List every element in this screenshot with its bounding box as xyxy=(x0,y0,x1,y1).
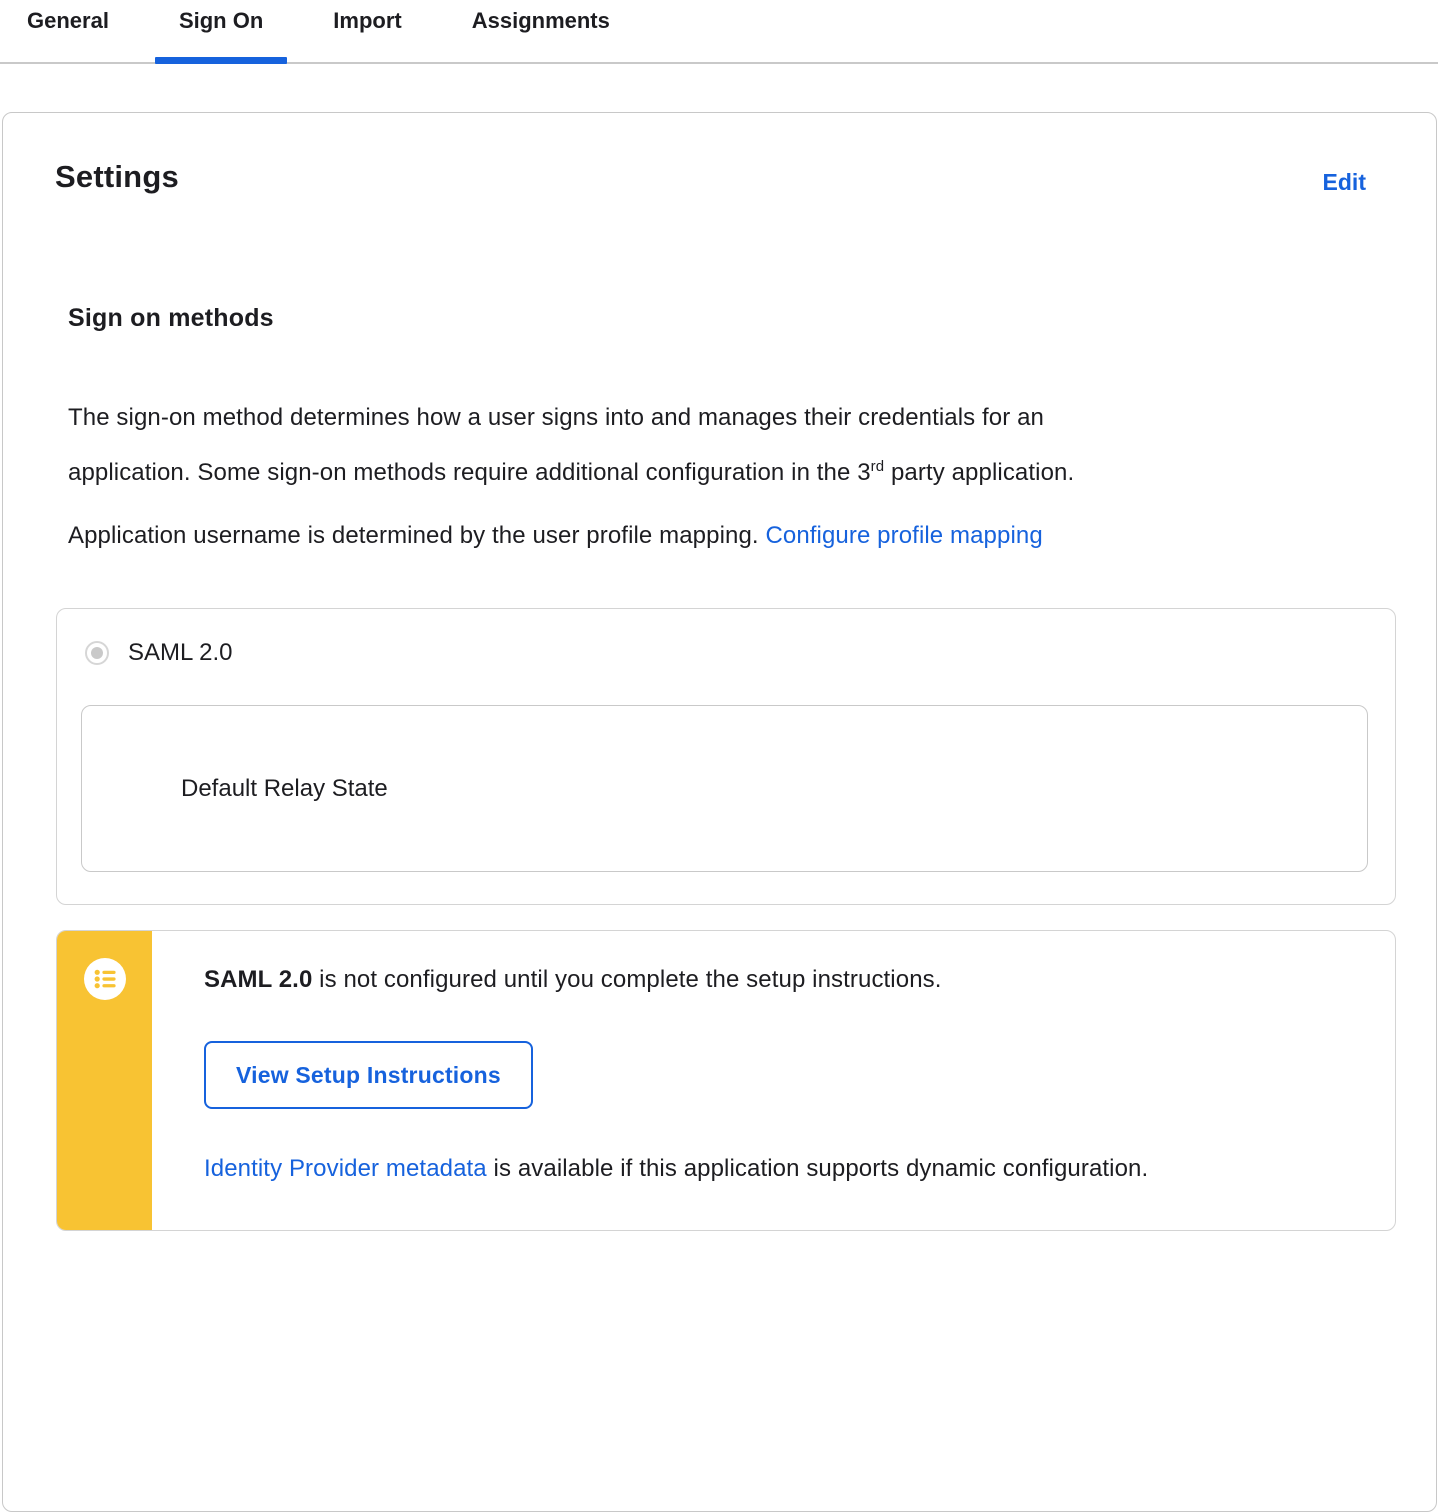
edit-link[interactable]: Edit xyxy=(1323,169,1366,196)
username-note: Application username is determined by th… xyxy=(68,511,1394,560)
description-line2: application. Some sign-on methods requir… xyxy=(68,459,871,486)
configure-profile-mapping-link[interactable]: Configure profile mapping xyxy=(765,522,1042,549)
page-title: Settings xyxy=(55,159,179,194)
view-setup-instructions-button[interactable]: View Setup Instructions xyxy=(204,1041,533,1109)
username-note-text: Application username is determined by th… xyxy=(68,522,766,549)
list-icon xyxy=(83,958,126,1000)
saml-method-box: SAML 2.0 Default Relay State xyxy=(56,608,1396,905)
description-line1: The sign-on method determines how a user… xyxy=(68,404,1045,431)
default-relay-state-label: Default Relay State xyxy=(181,774,388,802)
identity-provider-metadata-link[interactable]: Identity Provider metadata xyxy=(204,1155,487,1182)
card-header: Settings Edit xyxy=(55,159,1394,196)
description-line2-end: party application. xyxy=(884,459,1075,486)
tab-sign-on[interactable]: Sign On xyxy=(154,0,288,64)
setup-callout: SAML 2.0 is not configured until you com… xyxy=(56,930,1396,1231)
tab-import[interactable]: Import xyxy=(309,0,425,62)
sign-on-methods-section: Sign on methods The sign-on method deter… xyxy=(55,304,1396,1231)
default-relay-state-field: Default Relay State xyxy=(81,705,1368,872)
description-superscript: rd xyxy=(870,458,885,475)
tab-general[interactable]: General xyxy=(3,0,133,62)
callout-footer-text: is available if this application support… xyxy=(486,1155,1149,1182)
callout-footer: Identity Provider metadata is available … xyxy=(204,1154,1355,1184)
settings-card: Settings Edit Sign on methods The sign-o… xyxy=(2,112,1437,1512)
tab-assignments[interactable]: Assignments xyxy=(448,0,634,62)
callout-message: SAML 2.0 is not configured until you com… xyxy=(204,965,1355,995)
saml-radio-button[interactable] xyxy=(85,641,109,665)
sign-on-description: The sign-on method determines how a user… xyxy=(68,393,1394,497)
sign-on-methods-heading: Sign on methods xyxy=(68,304,274,332)
callout-accent-bar xyxy=(57,931,152,1230)
saml-radio-row: SAML 2.0 xyxy=(81,639,1368,667)
saml-radio-label: SAML 2.0 xyxy=(128,639,233,666)
callout-content: SAML 2.0 is not configured until you com… xyxy=(152,931,1395,1230)
callout-message-bold: SAML 2.0 xyxy=(204,966,313,993)
callout-message-rest: is not configured until you complete the… xyxy=(312,966,942,993)
app-tabs: General Sign On Import Assignments xyxy=(0,0,1438,64)
